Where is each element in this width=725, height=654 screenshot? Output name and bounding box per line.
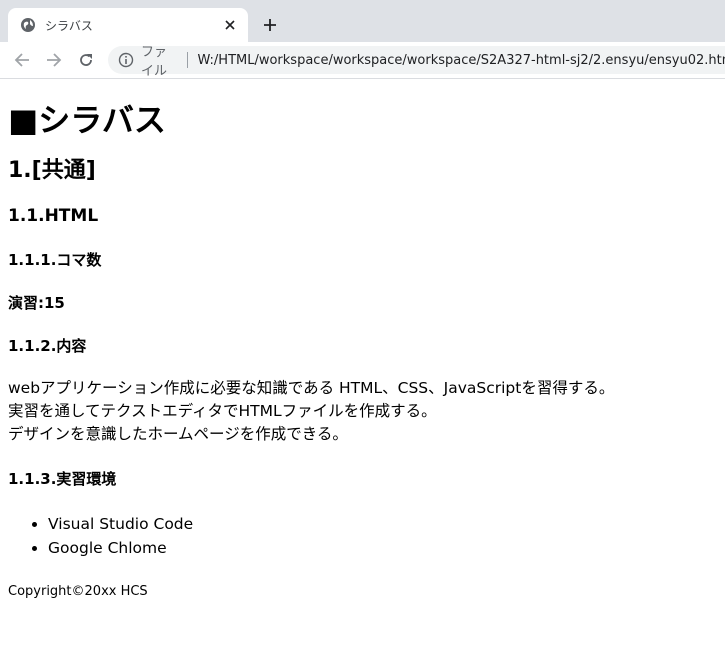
tab-strip: シラバス <box>0 0 725 42</box>
env-list: Visual Studio Code Google Chlome <box>8 512 718 560</box>
url-text[interactable]: W:/HTML/workspace/workspace/workspace/S2… <box>197 53 725 68</box>
naiyou-paragraph: webアプリケーション作成に必要な知識である HTML、CSS、JavaScri… <box>8 377 718 446</box>
page-content: ■シラバス 1.[共通] 1.1.HTML 1.1.1.コマ数 演習:15 1.… <box>8 79 718 601</box>
koma-value: 演習:15 <box>8 294 65 312</box>
browser-toolbar: ファイル W:/HTML/workspace/workspace/workspa… <box>0 42 725 79</box>
koma-heading: 1.1.1.コマ数 <box>8 251 102 269</box>
scheme-label: ファイル <box>141 45 168 79</box>
address-bar[interactable]: ファイル W:/HTML/workspace/workspace/workspa… <box>108 45 725 79</box>
naiyou-line: 実習を通してテクストエディタでHTMLファイルを作成する。 <box>8 402 437 420</box>
footer-copyright: Copyright©20xx HCS <box>8 584 148 599</box>
info-icon[interactable] <box>118 52 134 68</box>
back-arrow-icon[interactable] <box>11 49 33 71</box>
forward-arrow-icon[interactable] <box>43 49 65 71</box>
subsection-heading: 1.1.HTML <box>8 206 99 226</box>
plus-icon[interactable] <box>259 14 281 36</box>
tab-title: シラバス <box>45 18 93 33</box>
browser-tab[interactable]: シラバス <box>8 8 248 42</box>
naiyou-line: webアプリケーション作成に必要な知識である HTML、CSS、JavaScri… <box>8 379 615 397</box>
list-item: Google Chlome <box>48 536 718 560</box>
close-icon[interactable] <box>222 17 238 33</box>
list-item: Visual Studio Code <box>48 512 718 536</box>
page-title: ■シラバス <box>8 101 166 139</box>
omnibox-separator <box>186 52 188 68</box>
naiyou-heading: 1.1.2.内容 <box>8 337 87 355</box>
naiyou-line: デザインを意識したホームページを作成できる。 <box>8 425 348 443</box>
globe-icon <box>20 17 36 33</box>
env-heading: 1.1.3.実習環境 <box>8 470 117 488</box>
reload-icon[interactable] <box>75 49 97 71</box>
section-heading: 1.[共通] <box>8 158 96 183</box>
